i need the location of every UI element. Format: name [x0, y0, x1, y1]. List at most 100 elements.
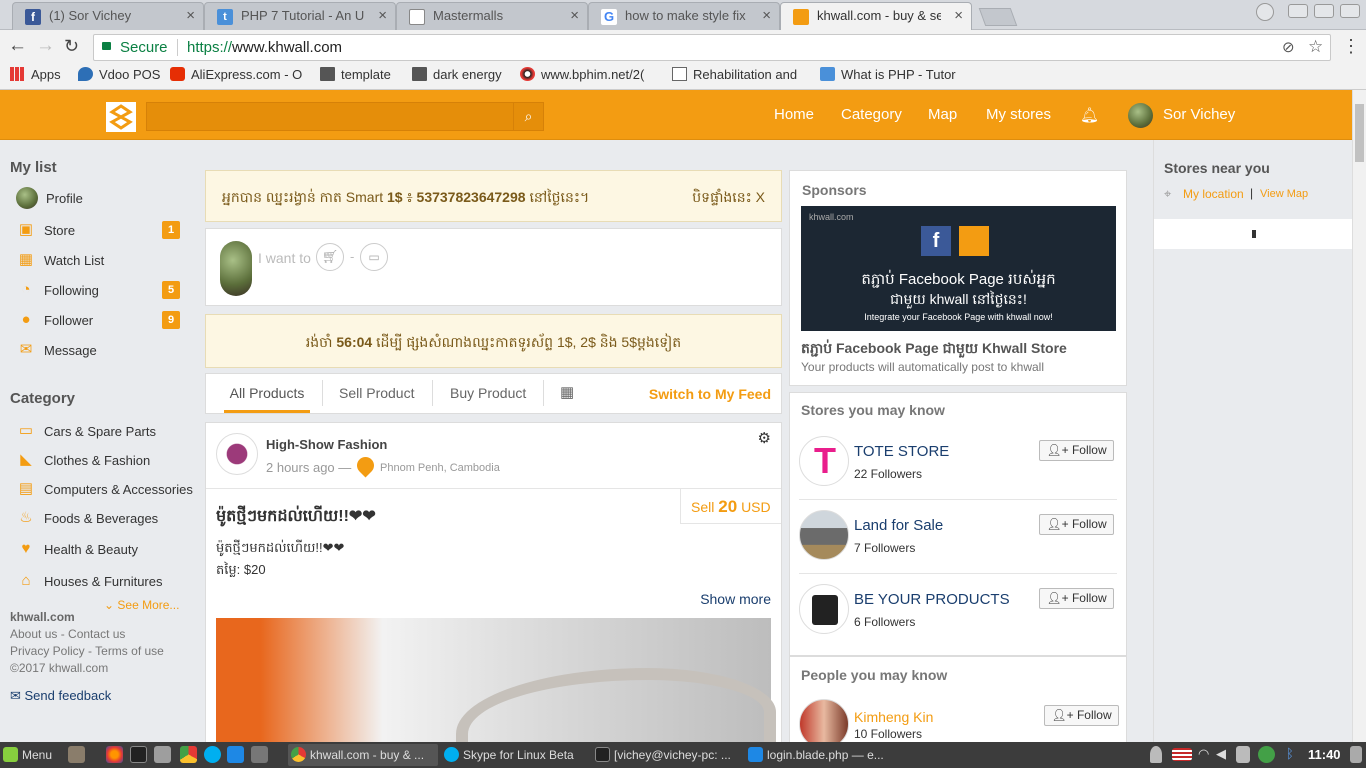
bookmark-bphim[interactable]: www.bphim.net/2(: [520, 67, 658, 82]
switch-feed-link[interactable]: Switch to My Feed: [649, 386, 771, 402]
view-map-link[interactable]: View Map: [1260, 188, 1308, 200]
update-check-icon[interactable]: [1258, 746, 1275, 763]
browser-tab-facebook[interactable]: f (1) Sor Vichey ×: [12, 2, 204, 30]
forward-arrow-icon[interactable]: →: [36, 36, 55, 56]
store-name[interactable]: BE YOUR PRODUCTS: [854, 591, 1010, 608]
nav-category[interactable]: Category: [841, 106, 902, 123]
wifi-icon[interactable]: ◠: [1198, 746, 1209, 762]
store-avatar[interactable]: [216, 433, 258, 475]
taskbar-window-terminal[interactable]: [vichey@vichey-pc: ...: [592, 744, 742, 766]
post-store-name[interactable]: High-Show Fashion: [266, 437, 387, 452]
folder-launcher-icon[interactable]: [154, 746, 171, 763]
tab-all-products[interactable]: All Products: [224, 374, 310, 413]
chrome-menu-icon[interactable]: ⋮: [1342, 36, 1360, 56]
chrome-launcher-icon[interactable]: [180, 746, 197, 763]
bag-icon[interactable]: ▭: [360, 243, 388, 271]
start-menu-button[interactable]: Menu: [0, 744, 62, 766]
files-launcher-icon[interactable]: [68, 746, 85, 763]
land-for-sale-logo[interactable]: [799, 510, 849, 560]
site-search-input[interactable]: [146, 102, 514, 131]
volume-icon[interactable]: ◀: [1216, 746, 1226, 762]
person-avatar[interactable]: [799, 699, 849, 745]
bookmark-apps[interactable]: Apps: [10, 67, 61, 82]
maximize-icon[interactable]: [1314, 4, 1334, 18]
bookmark-aliexpress[interactable]: AliExpress.com - O: [170, 67, 308, 82]
tab-close-icon[interactable]: ×: [570, 7, 579, 24]
taskbar-window-skype[interactable]: Skype for Linux Beta: [441, 744, 587, 766]
user-avatar[interactable]: [1128, 103, 1153, 128]
show-desktop-icon[interactable]: [1350, 746, 1362, 763]
reload-icon[interactable]: ↻: [64, 36, 79, 56]
bell-icon[interactable]: 🔔︎: [1080, 106, 1099, 124]
user-name[interactable]: Sor Vichey: [1163, 106, 1235, 123]
person-name[interactable]: Kimheng Kin: [854, 709, 933, 725]
clock[interactable]: 11:40: [1308, 747, 1341, 762]
tab-close-icon[interactable]: ×: [954, 7, 963, 24]
battery-icon[interactable]: [1236, 746, 1250, 763]
follow-button[interactable]: 👤︎+ Follow: [1039, 440, 1114, 461]
tab-close-icon[interactable]: ×: [762, 7, 771, 24]
nav-map[interactable]: Map: [928, 106, 957, 123]
grid-view-icon[interactable]: ▦: [560, 383, 574, 401]
blocked-popup-icon[interactable]: ⊘: [1282, 38, 1295, 56]
be-your-products-logo[interactable]: [799, 584, 849, 634]
browser-tab-php[interactable]: t PHP 7 Tutorial - An Ult ×: [204, 2, 396, 30]
i-want-to-prompt[interactable]: I want to: [258, 250, 311, 266]
nav-home[interactable]: Home: [774, 106, 814, 123]
bookmark-star-icon[interactable]: ☆: [1308, 37, 1323, 57]
store-name[interactable]: Land for Sale: [854, 517, 943, 534]
bookmark-rehabilitation[interactable]: Rehabilitation and: [672, 67, 806, 82]
sponsor-title[interactable]: តភ្ជាប់ Facebook Page ជាមួយ Khwall Store: [801, 339, 1067, 360]
bookmark-what-is-php[interactable]: What is PHP - Tutor: [820, 67, 958, 82]
terms-link[interactable]: Terms of use: [95, 644, 164, 658]
page-scrollbar[interactable]: [1352, 90, 1366, 742]
url-text[interactable]: https://www.khwall.com: [187, 39, 342, 56]
user-tray-icon[interactable]: [1150, 746, 1162, 763]
tab-close-icon[interactable]: ×: [186, 7, 195, 24]
browser-tab-mastermalls[interactable]: Mastermalls ×: [396, 2, 588, 30]
minimize-icon[interactable]: [1288, 4, 1308, 18]
app-launcher-icon[interactable]: [251, 746, 268, 763]
taskbar-window-vscode[interactable]: login.blade.php — e...: [745, 744, 895, 766]
nav-my-stores[interactable]: My stores: [986, 106, 1051, 123]
contact-link[interactable]: Contact us: [68, 627, 125, 641]
see-more-link[interactable]: ⌄ See More...: [104, 598, 179, 612]
cart-icon[interactable]: 🛒︎: [316, 243, 344, 271]
back-arrow-icon[interactable]: ←: [8, 36, 27, 56]
tab-sell-product[interactable]: Sell Product: [339, 385, 414, 401]
send-feedback-link[interactable]: ✉ Send feedback: [10, 688, 111, 704]
close-window-icon[interactable]: [1340, 4, 1360, 18]
bookmark-dark-energy[interactable]: dark energy: [412, 67, 502, 82]
privacy-link[interactable]: Privacy Policy: [10, 644, 85, 658]
bookmark-vdoo[interactable]: Vdoo POS: [78, 67, 160, 82]
follow-button[interactable]: 👤︎+ Follow: [1044, 705, 1119, 726]
store-name[interactable]: TOTE STORE: [854, 443, 949, 460]
scrollbar-thumb[interactable]: [1355, 104, 1364, 162]
tote-store-logo[interactable]: T: [799, 436, 849, 486]
close-notice-button[interactable]: បិទផ្ទាំងនេះ X: [692, 188, 765, 209]
taskbar-window-chrome[interactable]: khwall.com - buy & ...: [288, 744, 438, 766]
product-image[interactable]: [216, 618, 776, 751]
my-location-link[interactable]: My location: [1183, 187, 1244, 201]
profile-icon[interactable]: [1256, 3, 1274, 21]
browser-tab-khwall[interactable]: khwall.com - buy & se ×: [780, 2, 972, 30]
bluetooth-icon[interactable]: ᛒ: [1286, 746, 1294, 761]
post-location[interactable]: Phnom Penh, Cambodia: [380, 462, 500, 474]
terminal-launcher-icon[interactable]: [130, 746, 147, 763]
browser-tab-google[interactable]: G how to make style fix ×: [588, 2, 780, 30]
khwall-logo[interactable]: [106, 102, 136, 132]
address-bar[interactable]: Secure https://www.khwall.com ⊘ ☆: [93, 34, 1331, 61]
follow-button[interactable]: 👤︎+ Follow: [1039, 514, 1114, 535]
follow-button[interactable]: 👤︎+ Follow: [1039, 588, 1114, 609]
skype-launcher-icon[interactable]: [204, 746, 221, 763]
show-more-link[interactable]: Show more: [700, 591, 771, 607]
about-link[interactable]: About us: [10, 627, 57, 641]
tab-buy-product[interactable]: Buy Product: [450, 385, 526, 401]
search-icon[interactable]: ⌕: [513, 102, 544, 131]
tab-close-icon[interactable]: ×: [378, 7, 387, 24]
gear-icon[interactable]: ⚙: [758, 429, 771, 447]
sponsor-banner[interactable]: khwall.com f តភ្ជាប់ Facebook Page របស់អ…: [801, 206, 1116, 331]
bookmark-template[interactable]: template: [320, 67, 391, 82]
vscode-launcher-icon[interactable]: [227, 746, 244, 763]
firefox-launcher-icon[interactable]: [106, 746, 123, 763]
